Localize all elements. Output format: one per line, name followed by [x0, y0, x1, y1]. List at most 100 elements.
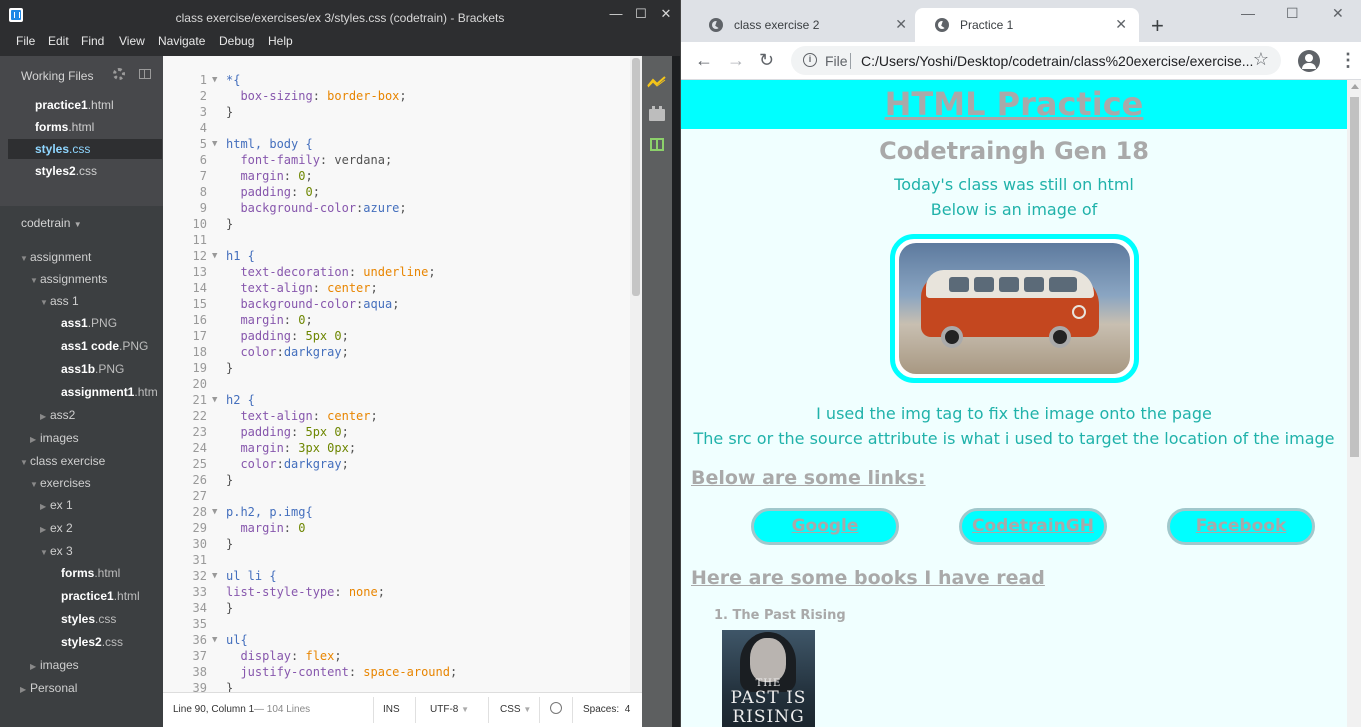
new-tab-button[interactable]: + — [1151, 13, 1164, 39]
code-line[interactable]: 16 margin: 0; — [163, 312, 633, 328]
code-line[interactable]: 15 background-color:aqua; — [163, 296, 633, 312]
language-dropdown[interactable]: CSS ▼ — [500, 704, 531, 715]
code-line[interactable]: 20 — [163, 376, 633, 392]
tree-folder-exercises[interactable]: ▼ exercises — [30, 473, 91, 493]
working-file-forms[interactable]: forms.html — [8, 117, 162, 137]
minimize-button[interactable]: — — [1241, 5, 1255, 21]
code-editor[interactable]: 1 ▼ *{2 box-sizing: border-box; 3} 4 5 ▼ html, … — [163, 56, 642, 692]
code-line[interactable]: 28 ▼ p.h2, p.img{ — [163, 504, 633, 520]
tree-file-forms-html[interactable]: forms.html — [61, 563, 120, 583]
tree-file-ass1-png[interactable]: ass1.PNG — [61, 313, 117, 333]
tree-file-ass1b-png[interactable]: ass1b.PNG — [61, 359, 124, 379]
scroll-up-arrow-icon[interactable] — [1351, 84, 1359, 89]
tree-folder-ex2[interactable]: ▶ ex 2 — [40, 518, 73, 538]
code-line[interactable]: 33 list-style-type: none; — [163, 584, 633, 600]
code-line[interactable]: 4 — [163, 120, 633, 136]
code-line[interactable]: 32 ▼ ul li { — [163, 568, 633, 584]
menu-help[interactable]: Help — [268, 31, 293, 51]
fold-arrow-icon[interactable]: ▼ — [212, 392, 217, 408]
tree-folder-class-exercise[interactable]: ▼ class exercise — [20, 451, 105, 471]
tree-folder-assignments[interactable]: ▼ assignments — [30, 269, 107, 289]
code-line[interactable]: 14 text-align: center; — [163, 280, 633, 296]
close-button[interactable]: ✕ — [652, 4, 680, 24]
fold-arrow-icon[interactable]: ▼ — [212, 72, 217, 88]
code-line[interactable]: 39} — [163, 680, 633, 692]
tab-class-exercise-2[interactable]: class exercise 2 ✕ — [689, 8, 919, 42]
live-preview-icon[interactable] — [647, 76, 667, 88]
tree-folder-ass2[interactable]: ▶ ass2 — [40, 405, 75, 425]
menu-file[interactable]: File — [16, 31, 35, 51]
fold-arrow-icon[interactable]: ▼ — [212, 504, 217, 520]
maximize-button[interactable]: ☐ — [627, 4, 655, 24]
tree-file-styles-css[interactable]: styles.css — [61, 609, 116, 629]
reload-icon[interactable]: ↻ — [759, 50, 774, 71]
code-line[interactable]: 26} — [163, 472, 633, 488]
code-line[interactable]: 2 box-sizing: border-box; — [163, 88, 633, 104]
close-button[interactable]: ✕ — [1332, 5, 1344, 22]
working-file-practice1[interactable]: practice1.html — [8, 95, 162, 115]
indent-spaces[interactable]: Spaces: 4 — [583, 704, 630, 715]
code-line[interactable]: 36 ▼ ul{ — [163, 632, 633, 648]
tree-folder-personal[interactable]: ▶ Personal — [20, 678, 77, 698]
menu-debug[interactable]: Debug — [219, 31, 254, 51]
tree-file-ass1-code-png[interactable]: ass1 code.PNG — [61, 336, 148, 356]
code-line[interactable]: 17 padding: 5px 0; — [163, 328, 633, 344]
editor-scrollbar-thumb[interactable] — [632, 58, 640, 296]
address-bar[interactable]: i File C:/Users/Yoshi/Desktop/codetrain/… — [791, 46, 1281, 75]
working-file-styles[interactable]: styles.css — [8, 139, 162, 159]
fold-arrow-icon[interactable]: ▼ — [212, 248, 217, 264]
link-codetraingh[interactable]: CodetrainGH — [959, 508, 1107, 545]
fold-arrow-icon[interactable]: ▼ — [212, 136, 217, 152]
menu-navigate[interactable]: Navigate — [158, 31, 205, 51]
menu-find[interactable]: Find — [81, 31, 104, 51]
tree-folder-images[interactable]: ▶ images — [30, 428, 79, 448]
link-google[interactable]: Google — [751, 508, 899, 545]
code-line[interactable]: 34} — [163, 600, 633, 616]
code-line[interactable]: 13 text-decoration: underline; — [163, 264, 633, 280]
working-file-styles2[interactable]: styles2.css — [8, 161, 162, 181]
tree-file-assignment1[interactable]: assignment1.htm — [61, 382, 158, 402]
minimize-button[interactable]: — — [602, 4, 630, 24]
gear-icon[interactable] — [113, 68, 125, 80]
project-dropdown[interactable]: codetrain ▼ — [21, 216, 82, 230]
linter-status-icon[interactable] — [550, 702, 562, 714]
tree-folder-ex3[interactable]: ▼ ex 3 — [40, 541, 73, 561]
code-line[interactable]: 9 background-color:azure; — [163, 200, 633, 216]
editor-scrollbar[interactable] — [630, 56, 642, 692]
code-line[interactable]: 27 — [163, 488, 633, 504]
code-line[interactable]: 25 color:darkgray; — [163, 456, 633, 472]
code-line[interactable]: 18 color:darkgray; — [163, 344, 633, 360]
extension-manager-icon[interactable] — [649, 106, 665, 121]
back-icon[interactable]: ← — [695, 50, 713, 71]
fold-arrow-icon[interactable]: ▼ — [212, 632, 217, 648]
fold-arrow-icon[interactable]: ▼ — [212, 568, 217, 584]
code-line[interactable]: 23 padding: 5px 0; — [163, 424, 633, 440]
code-line[interactable]: 35 — [163, 616, 633, 632]
code-line[interactable]: 8 padding: 0; — [163, 184, 633, 200]
code-line[interactable]: 11 — [163, 232, 633, 248]
tree-folder-ex1[interactable]: ▶ ex 1 — [40, 495, 73, 515]
url-text[interactable]: C:/Users/Yoshi/Desktop/codetrain/class%2… — [861, 53, 1256, 69]
tree-folder-assignment[interactable]: ▼ assignment — [20, 247, 91, 267]
code-line[interactable]: 5 ▼ html, body { — [163, 136, 633, 152]
star-icon[interactable]: ☆ — [1253, 49, 1269, 70]
menu-icon[interactable]: ⋮ — [1339, 50, 1357, 71]
code-line[interactable]: 38 justify-content: space-around; — [163, 664, 633, 680]
code-line[interactable]: 10} — [163, 216, 633, 232]
code-line[interactable]: 30} — [163, 536, 633, 552]
close-icon[interactable]: ✕ — [895, 16, 907, 33]
info-icon[interactable]: i — [803, 53, 817, 67]
forward-icon[interactable]: → — [727, 50, 745, 71]
tree-file-styles2-css[interactable]: styles2.css — [61, 632, 123, 652]
code-line[interactable]: 7 margin: 0; — [163, 168, 633, 184]
close-icon[interactable]: ✕ — [1115, 16, 1127, 33]
tree-folder-images-2[interactable]: ▶ images — [30, 655, 79, 675]
code-line[interactable]: 29 margin: 0 — [163, 520, 633, 536]
code-line[interactable]: 19} — [163, 360, 633, 376]
encoding-dropdown[interactable]: UTF-8 ▼ — [430, 704, 469, 715]
menu-view[interactable]: View — [119, 31, 145, 51]
code-line[interactable]: 3} — [163, 104, 633, 120]
code-line[interactable]: 1 ▼ *{ — [163, 72, 633, 88]
code-line[interactable]: 6 font-family: verdana; — [163, 152, 633, 168]
profile-avatar-icon[interactable] — [1298, 50, 1320, 72]
